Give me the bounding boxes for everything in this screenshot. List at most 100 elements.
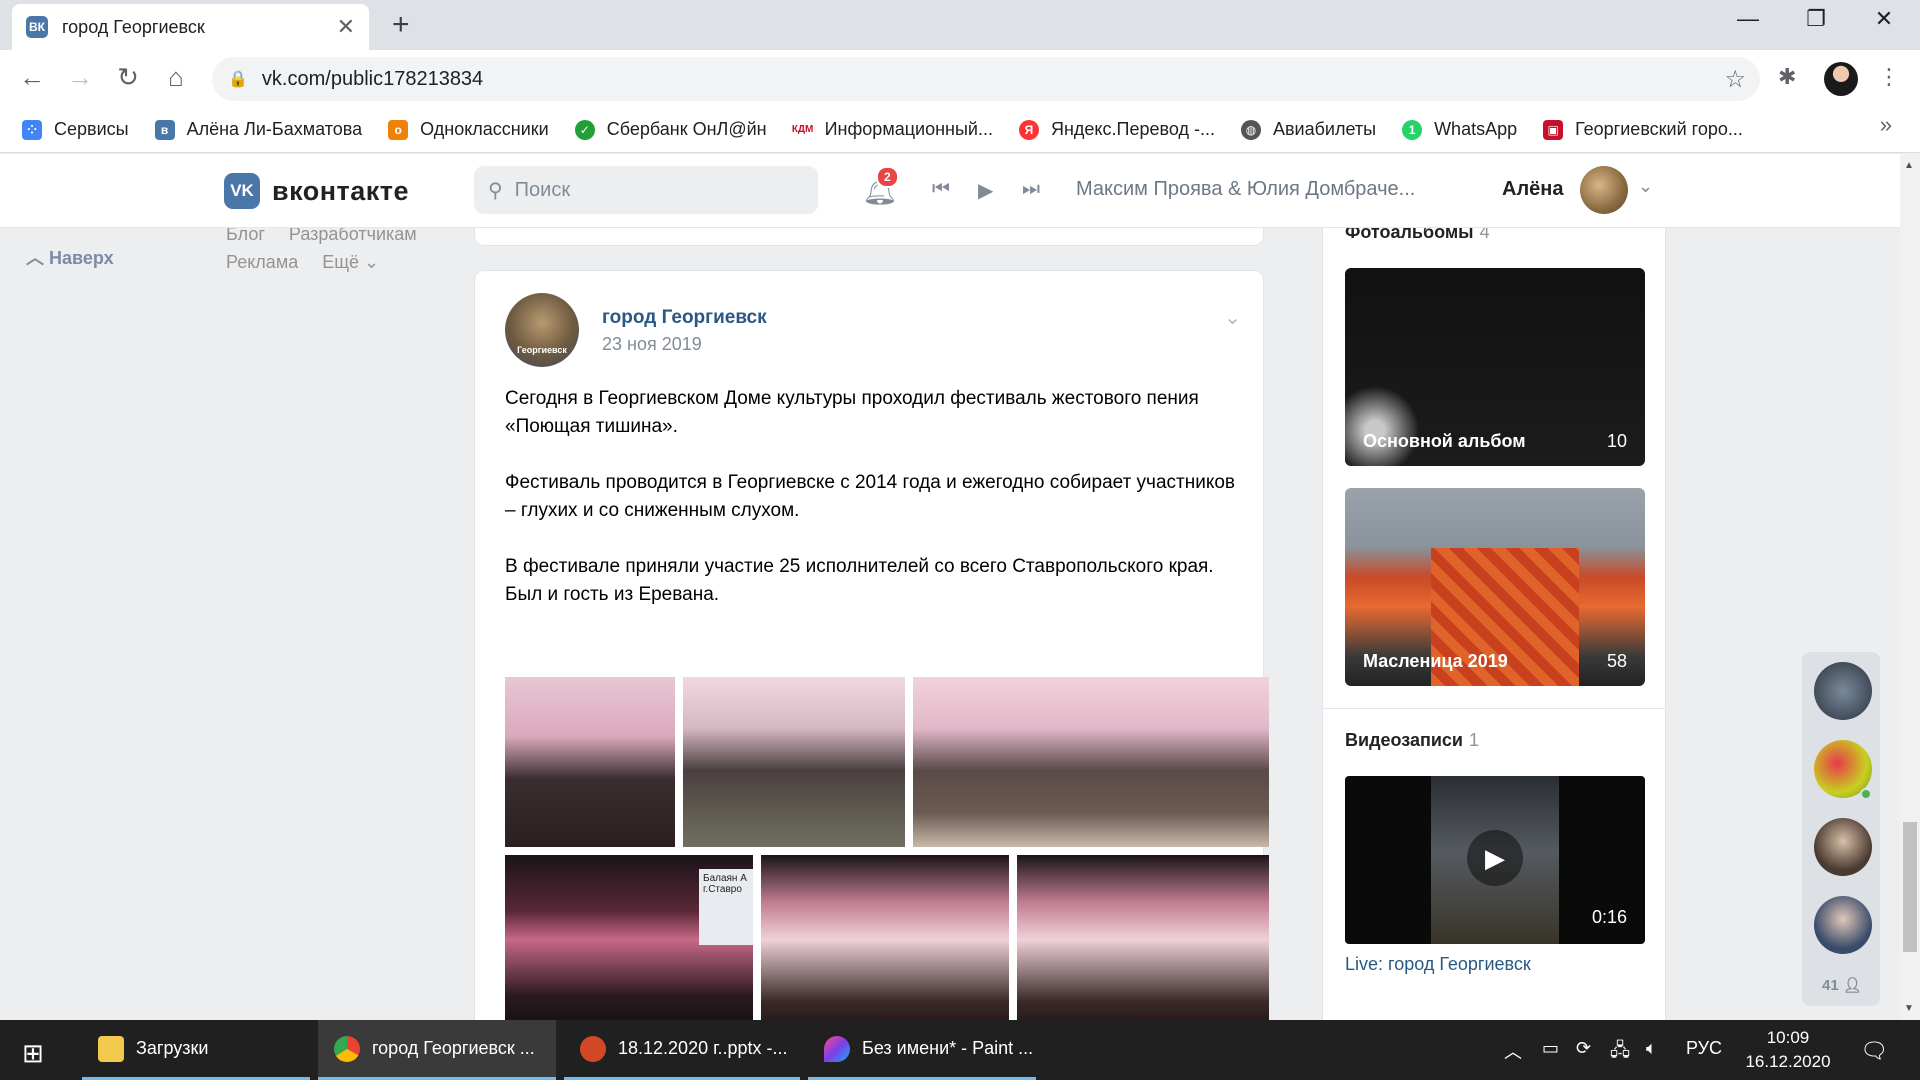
close-tab-icon[interactable]: ✕ — [337, 14, 355, 40]
bookmark-star-icon[interactable]: ☆ — [1724, 65, 1746, 94]
bookmark-item[interactable]: в Алёна Ли-Бахматова — [154, 119, 362, 140]
bookmark-item[interactable]: ◍ Авиабилеты — [1240, 119, 1376, 140]
friends-online-count[interactable]: 41 👤︎ — [1822, 976, 1862, 994]
menu-kebab-icon[interactable]: ⋮ — [1878, 64, 1900, 90]
prev-track-icon[interactable]: ⏮ — [932, 178, 950, 201]
page-scrollbar[interactable]: ▲ ▼ — [1900, 154, 1920, 1020]
tab-strip: ВК город Георгиевск ✕ + — ❐ ✕ — [0, 0, 1920, 50]
videos-header[interactable]: Видеозаписи 1 — [1345, 730, 1479, 751]
right-sidebar: Фотоальбомы 4 Основной альбом 10 Маслениц… — [1322, 154, 1666, 1020]
city-icon: ▣ — [1543, 119, 1564, 140]
post-date[interactable]: 23 ноя 2019 — [602, 334, 702, 355]
search-box[interactable]: ⚲ — [474, 166, 818, 214]
bookmark-item[interactable]: ▣ Георгиевский горо... — [1543, 119, 1743, 140]
video-thumbnail[interactable]: ▶ 0:16 — [1345, 776, 1645, 944]
search-input[interactable] — [514, 178, 795, 202]
taskbar-item-powerpoint[interactable]: 18.12.2020 г..pptx -... — [564, 1020, 800, 1080]
next-track-icon[interactable]: ⏭ — [1022, 178, 1040, 201]
input-language[interactable]: РУС — [1686, 1038, 1722, 1059]
user-name[interactable]: Алёна — [1502, 178, 1563, 201]
chat-avatar[interactable] — [1814, 662, 1872, 720]
taskbar-item-chrome[interactable]: город Георгиевск ... — [318, 1020, 556, 1080]
tray-sync-icon[interactable]: ⟳ — [1576, 1038, 1591, 1059]
post-photo[interactable] — [761, 855, 1009, 1020]
chevron-up-icon: ︿ — [26, 248, 44, 268]
taskbar-item-explorer[interactable]: Загрузки — [82, 1020, 310, 1080]
bookmark-item[interactable]: ⁘ Сервисы — [22, 119, 129, 140]
bookmark-item[interactable]: КДМ Информационный... — [792, 119, 993, 140]
sber-icon: ✓ — [574, 119, 595, 140]
chat-avatar[interactable] — [1814, 818, 1872, 876]
extensions-puzzle-icon[interactable]: ✱ — [1778, 64, 1796, 90]
scroll-up-arrow-icon[interactable]: ▲ — [1904, 160, 1914, 171]
post-menu-chevron-icon[interactable]: ⌄ — [1224, 305, 1241, 330]
vk-logo[interactable]: VK вконтакте — [224, 173, 409, 209]
window-close-icon[interactable]: ✕ — [1864, 6, 1904, 32]
chevron-down-icon[interactable]: ⌄ — [1638, 176, 1653, 197]
kdm-icon: КДМ — [792, 119, 813, 140]
post-photo[interactable]: Балаян А г.Ставро — [505, 855, 753, 1020]
photo-album[interactable]: Основной альбом 10 — [1345, 268, 1645, 466]
bookmarks-overflow-icon[interactable]: » — [1880, 112, 1892, 138]
address-bar[interactable]: 🔒 vk.com/public178213834 ☆ — [212, 57, 1760, 101]
album-name: Масленица 2019 — [1363, 651, 1508, 671]
user-avatar[interactable] — [1580, 166, 1628, 214]
post-photo[interactable] — [683, 677, 905, 847]
globe-icon: ◍ — [1240, 119, 1261, 140]
vk-favicon-icon: ВК — [26, 16, 48, 38]
video-title-link[interactable]: Live: город Георгиевск — [1345, 954, 1531, 975]
post-paragraph: В фестивале приняли участие 25 исполните… — [505, 556, 1214, 605]
restore-icon[interactable]: ❐ — [1796, 6, 1836, 32]
chat-avatar[interactable] — [1814, 896, 1872, 954]
post-photo[interactable] — [1017, 855, 1269, 1020]
back-icon[interactable]: ← — [14, 62, 50, 93]
bookmark-item[interactable]: о Одноклассники — [388, 119, 549, 140]
reload-icon[interactable]: ↻ — [110, 62, 146, 93]
post-author[interactable]: город Георгиевск — [602, 307, 767, 329]
tab-title: город Георгиевск — [62, 16, 205, 37]
powerpoint-icon — [580, 1035, 606, 1062]
windows-taskbar: ⊞ Загрузки город Георгиевск ... 18.12.20… — [0, 1020, 1920, 1080]
scroll-up-button[interactable]: ︿ Наверх — [26, 244, 114, 270]
browser-tab[interactable]: ВК город Георгиевск ✕ — [12, 4, 369, 50]
system-clock[interactable]: 10:09 16.12.2020 — [1738, 1026, 1838, 1074]
photo-album[interactable]: Масленица 2019 58 — [1345, 488, 1645, 686]
community-avatar[interactable]: Георгиевск — [505, 293, 579, 367]
lock-icon: 🔒 — [228, 71, 248, 88]
scroll-down-arrow-icon[interactable]: ▼ — [1904, 1003, 1914, 1014]
scrollbar-thumb[interactable] — [1903, 822, 1917, 952]
post-photo[interactable] — [913, 677, 1269, 847]
footer-link-more[interactable]: Ещё ⌄ — [322, 252, 379, 272]
windows-start-icon[interactable]: ⊞ — [22, 1038, 44, 1069]
volume-icon[interactable]: 🔈︎ — [1646, 1038, 1657, 1059]
person-icon: 👤︎ — [1842, 977, 1862, 994]
footer-link-ads[interactable]: Реклама — [226, 252, 298, 272]
bookmarks-bar: ⁘ Сервисы в Алёна Ли-Бахматова о Одноклассн… — [0, 107, 1920, 153]
now-playing-text[interactable]: Максим Проява & Юлия Домбраче... — [1076, 178, 1415, 201]
network-icon[interactable]: 🖧 — [1610, 1038, 1630, 1068]
vk-header: VK вконтакте ⚲ 🔔︎ 2 ⏮ ▶ ⏭ Максим Проява … — [0, 154, 1900, 228]
profile-avatar[interactable] — [1824, 62, 1858, 96]
divider — [1323, 708, 1665, 709]
folder-icon — [98, 1035, 124, 1062]
tray-chevron-up-icon[interactable]: ︿ — [1504, 1038, 1522, 1064]
post-photo[interactable] — [505, 677, 675, 847]
browser-toolbar: ← → ↻ ⌂ 🔒 vk.com/public178213834 ☆ ✱ ⋮ — [0, 50, 1920, 107]
play-icon[interactable]: ▶ — [978, 178, 993, 203]
minimize-icon[interactable]: — — [1728, 6, 1768, 32]
taskbar-item-paint[interactable]: Без имени* - Paint ... — [808, 1020, 1036, 1080]
bookmark-item[interactable]: Я Яндекс.Перевод -... — [1018, 119, 1215, 140]
apps-grid-icon: ⁘ — [22, 119, 42, 140]
ok-icon: о — [388, 119, 409, 140]
tray-device-icon[interactable]: ▭ — [1542, 1038, 1559, 1059]
home-icon[interactable]: ⌂ — [158, 62, 194, 93]
vk-icon: в — [154, 119, 175, 140]
bookmark-item[interactable]: 1 WhatsApp — [1402, 119, 1517, 140]
action-center-icon[interactable]: 🗨 — [1860, 1038, 1888, 1064]
whatsapp-icon: 1 — [1402, 119, 1423, 140]
forward-icon[interactable]: → — [62, 62, 98, 93]
play-icon[interactable]: ▶ — [1467, 830, 1523, 886]
new-tab-button[interactable]: + — [392, 8, 410, 42]
bookmark-item[interactable]: ✓ Сбербанк ОнЛ@йн — [574, 119, 767, 140]
post-text: Сегодня в Георгиевском Доме культуры про… — [505, 385, 1245, 637]
